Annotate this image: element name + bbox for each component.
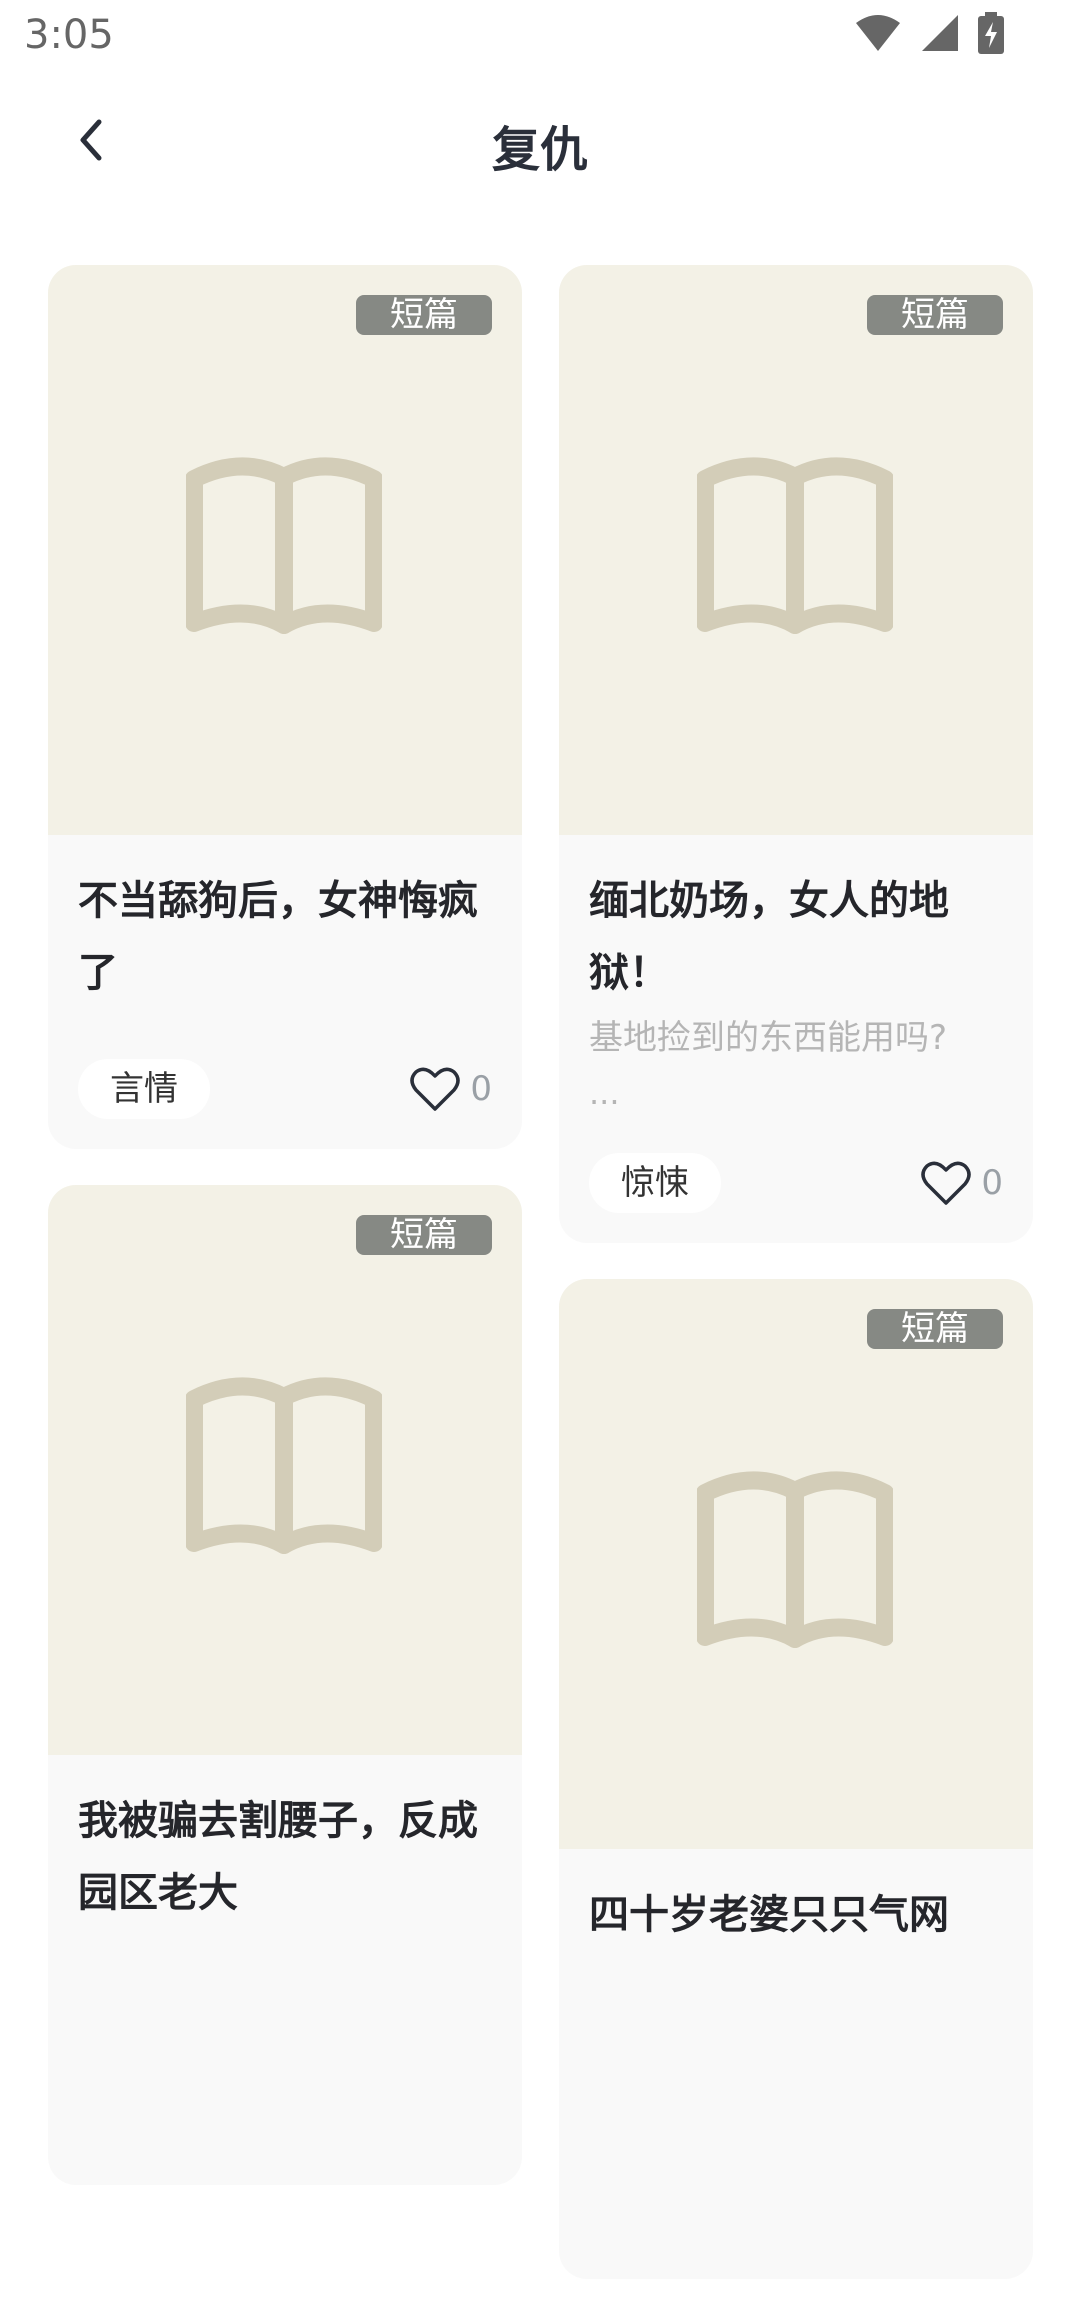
book-cover: 短篇	[48, 265, 522, 835]
format-badge: 短篇	[867, 295, 1003, 335]
genre-tag[interactable]: 惊悚	[589, 1153, 721, 1213]
status-time: 3:05	[24, 12, 114, 58]
book-title: 不当舔狗后，女神悔疯了	[78, 878, 478, 996]
signal-icon	[922, 15, 958, 51]
book-title: 我被骗去割腰子，反成园区老大	[78, 1798, 478, 1916]
like-count: 0	[470, 1069, 492, 1109]
genre-tag[interactable]: 言情	[78, 1059, 210, 1119]
book-card[interactable]: 短篇 缅北奶场，女人的地狱！ 基地捡到的东西能用吗? ... 惊悚 0	[559, 265, 1033, 1243]
book-title: 缅北奶场，女人的地狱！	[589, 878, 949, 996]
book-card[interactable]: 短篇 四十岁老婆只只气网	[559, 1279, 1033, 2279]
heart-icon	[921, 1161, 972, 1205]
like-control[interactable]: 0	[410, 1066, 492, 1112]
book-icon	[186, 457, 382, 634]
book-description: 基地捡到的东西能用吗?	[589, 1018, 948, 1058]
book-cover: 短篇	[559, 265, 1033, 835]
book-card[interactable]: 短篇 我被骗去割腰子，反成园区老大	[48, 1185, 522, 2185]
format-badge: 短篇	[867, 1309, 1003, 1349]
wifi-icon	[856, 15, 900, 51]
book-title: 四十岁老婆只只气网	[589, 1892, 949, 1938]
like-control[interactable]: 0	[921, 1160, 1003, 1206]
book-grid-column-left: 短篇 不当舔狗后，女神悔疯了 言情 0 短篇 我被骗去割腰子，反成园区老大	[48, 265, 522, 2221]
format-badge: 短篇	[356, 295, 492, 335]
book-cover: 短篇	[559, 1279, 1033, 1849]
description-ellipsis: ...	[589, 1074, 620, 1112]
book-icon	[697, 457, 893, 634]
book-cover: 短篇	[48, 1185, 522, 1755]
book-grid-column-right: 短篇 缅北奶场，女人的地狱！ 基地捡到的东西能用吗? ... 惊悚 0 短篇 四…	[559, 265, 1033, 2315]
book-icon	[697, 1471, 893, 1648]
format-badge: 短篇	[356, 1215, 492, 1255]
like-count: 0	[981, 1163, 1003, 1203]
book-icon	[186, 1377, 382, 1554]
page-title: 复仇	[491, 122, 588, 178]
battery-charging-icon	[978, 12, 1004, 54]
top-app-bar: 复仇	[0, 90, 1080, 190]
status-bar: 3:05	[0, 0, 1080, 72]
book-card[interactable]: 短篇 不当舔狗后，女神悔疯了 言情 0	[48, 265, 522, 1149]
heart-icon	[410, 1067, 461, 1111]
